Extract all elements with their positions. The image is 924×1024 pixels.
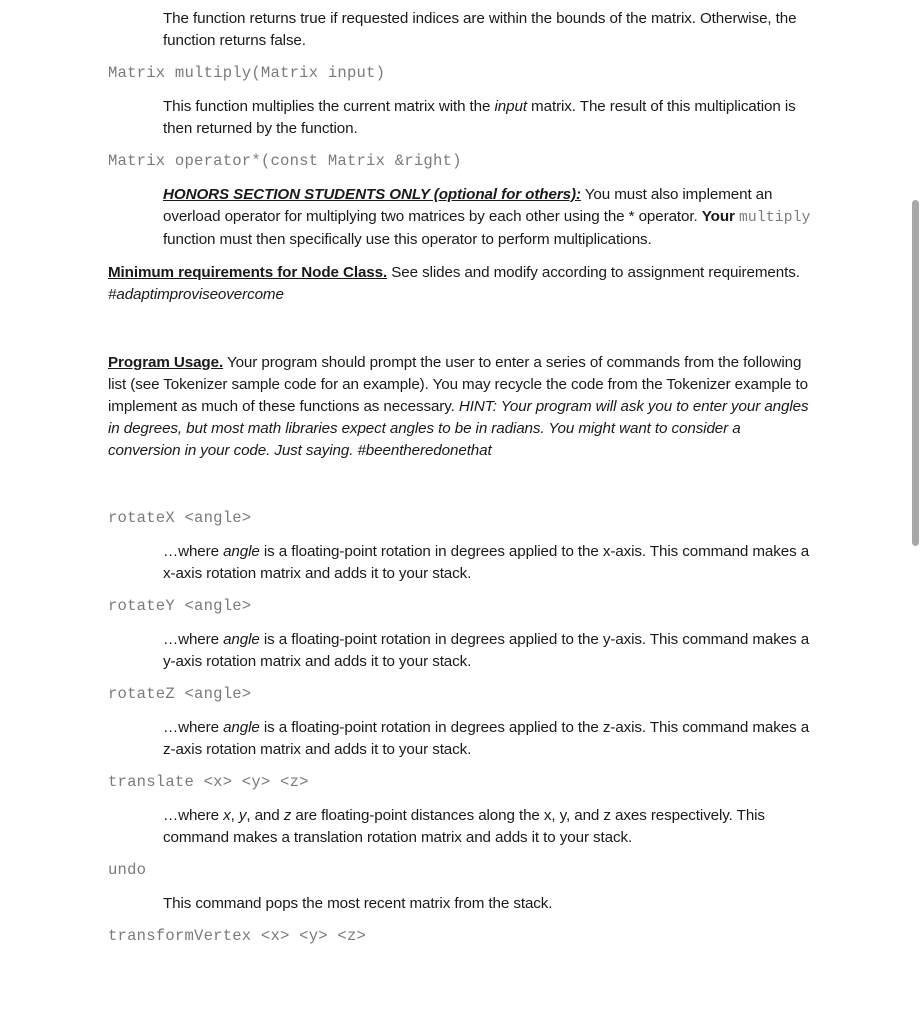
paragraph-multiply-description: This function multiplies the current mat… <box>163 96 812 140</box>
multiply-desc-lead: This function multiplies the current mat… <box>163 97 495 115</box>
rotatex-desc-lead: …where <box>163 543 224 561</box>
document-page: The function returns true if requested i… <box>0 0 924 1024</box>
paragraph-translate-description: …where x, y, and z are floating-point di… <box>163 805 812 849</box>
paragraph-node-class: Minimum requirements for Node Class. See… <box>108 262 812 306</box>
rotatez-desc-lead: …where <box>163 718 224 736</box>
paragraph-honors-section: HONORS SECTION STUDENTS ONLY (optional f… <box>163 184 812 251</box>
honors-inline-code-multiply: multiply <box>738 209 811 226</box>
honors-body-bold: Your <box>701 207 735 225</box>
paragraph-undo-description: This command pops the most recent matrix… <box>163 894 553 912</box>
translate-desc-emphasis-x: x <box>223 806 231 824</box>
rotatez-desc-emphasis: angle <box>223 718 260 736</box>
paragraph-rotatex-description: …where angle is a floating-point rotatio… <box>163 541 812 585</box>
node-class-body: See slides and modify according to assig… <box>387 264 800 281</box>
honors-heading: HONORS SECTION STUDENTS ONLY (optional f… <box>163 185 581 203</box>
rotatex-desc-emphasis: angle <box>223 543 260 561</box>
node-class-heading: Minimum requirements for Node Class. <box>108 264 388 281</box>
node-class-hashtag: #adaptimproviseovercome <box>108 286 284 304</box>
translate-desc-sep2: , and <box>246 806 284 824</box>
rotatez-desc-tail: is a floating-point rotation in degrees … <box>163 718 810 758</box>
code-command-transformvertex: transformVertex <x> <y> <z> <box>108 926 367 945</box>
code-command-rotatez: rotateZ <angle> <box>108 685 252 703</box>
program-usage-heading: Program Usage. <box>108 354 224 372</box>
paragraph-rotatez-description: …where angle is a floating-point rotatio… <box>163 717 812 761</box>
rotatey-desc-lead: …where <box>163 630 224 648</box>
code-command-rotatey: rotateY <angle> <box>108 597 252 616</box>
scrollbar[interactable] <box>908 0 924 1024</box>
code-command-translate: translate <x> <y> <z> <box>108 772 309 791</box>
multiply-desc-emphasis: input <box>494 97 528 115</box>
code-command-rotatex: rotateX <angle> <box>108 509 252 528</box>
honors-body-part2: function must then specifically use this… <box>163 230 652 248</box>
scrollbar-thumb[interactable] <box>912 200 919 546</box>
rotatey-desc-emphasis: angle <box>223 630 260 648</box>
translate-desc-lead: …where <box>163 806 224 824</box>
rotatex-desc-tail: is a floating-point rotation in degrees … <box>163 543 810 583</box>
rotatey-desc-tail: is a floating-point rotation in degrees … <box>163 630 810 670</box>
paragraph-bounds-check: The function returns true if requested i… <box>163 10 797 50</box>
code-signature-multiply: Matrix multiply(Matrix input) <box>108 64 386 83</box>
paragraph-rotatey-description: …where angle is a floating-point rotatio… <box>163 629 812 673</box>
code-command-undo: undo <box>108 860 147 879</box>
paragraph-program-usage: Program Usage. Your program should promp… <box>108 352 812 462</box>
translate-desc-sep1: , <box>230 806 239 824</box>
code-signature-operator-multiply: Matrix operator*(const Matrix &right) <box>108 151 462 170</box>
